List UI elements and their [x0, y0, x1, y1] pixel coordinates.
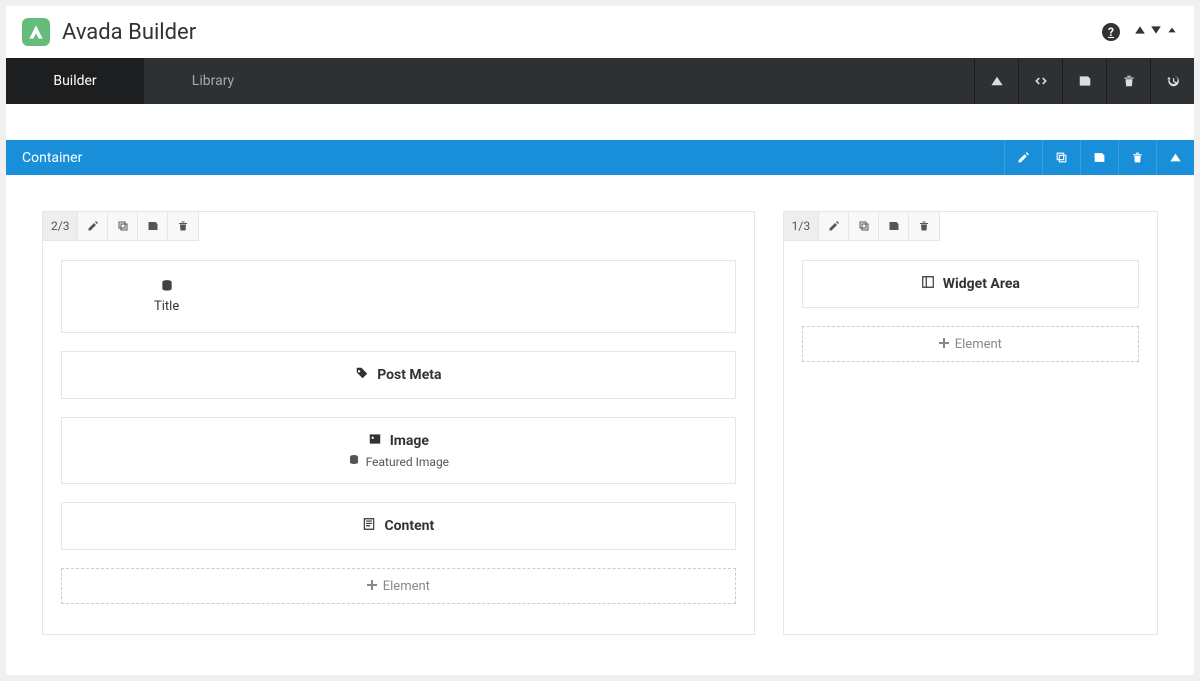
column-left[interactable]: 2/3 Title: [42, 211, 755, 635]
column-right-size-label[interactable]: 1/3: [784, 212, 819, 240]
main-toolbar: Builder Library: [6, 58, 1194, 104]
tab-library[interactable]: Library: [144, 58, 282, 104]
plus-icon: [939, 337, 949, 352]
delete-button[interactable]: [1106, 58, 1150, 104]
column-right[interactable]: 1/3 Widget Area Elem: [783, 211, 1158, 635]
element-post-meta[interactable]: Post Meta: [61, 351, 736, 399]
content-icon: [362, 517, 376, 535]
caret-up-small-icon[interactable]: [1166, 24, 1178, 40]
column-left-delete-button[interactable]: [168, 212, 198, 240]
column-right-save-button[interactable]: [879, 212, 909, 240]
database-icon: [160, 279, 174, 297]
add-element-button-right[interactable]: Element: [802, 326, 1139, 362]
element-title[interactable]: Title: [61, 260, 736, 333]
element-widget-area-label: Widget Area: [943, 276, 1020, 292]
caret-up-icon[interactable]: [1134, 24, 1146, 40]
container-clone-button[interactable]: [1042, 140, 1080, 175]
save-button[interactable]: [1062, 58, 1106, 104]
container-title: Container: [6, 150, 98, 166]
product-title: Avada Builder: [62, 20, 196, 45]
column-left-toolbar: 2/3: [42, 211, 199, 241]
add-element-button-left[interactable]: Element: [61, 568, 736, 604]
container-layout: 2/3 Title: [6, 175, 1194, 675]
help-icon[interactable]: ?: [1102, 23, 1120, 41]
add-element-label-left: Element: [383, 579, 430, 594]
column-left-edit-button[interactable]: [78, 212, 108, 240]
column-left-clone-button[interactable]: [108, 212, 138, 240]
collapse-up-button[interactable]: [974, 58, 1018, 104]
layout-icon: [921, 275, 935, 293]
add-element-label-right: Element: [955, 337, 1002, 352]
avada-logo: [22, 18, 50, 46]
element-widget-area[interactable]: Widget Area: [802, 260, 1139, 308]
plus-icon: [367, 579, 377, 594]
image-icon: [368, 432, 382, 450]
container-delete-button[interactable]: [1118, 140, 1156, 175]
element-post-meta-label: Post Meta: [377, 367, 441, 383]
element-content[interactable]: Content: [61, 502, 736, 550]
element-title-label: Title: [154, 299, 179, 314]
column-left-save-button[interactable]: [138, 212, 168, 240]
container-bar: Container: [6, 140, 1194, 175]
tag-icon: [355, 366, 369, 384]
column-right-toolbar: 1/3: [783, 211, 940, 241]
element-content-label: Content: [384, 518, 434, 534]
column-left-size-label[interactable]: 2/3: [43, 212, 78, 240]
container-collapse-button[interactable]: [1156, 140, 1194, 175]
element-image[interactable]: Image Featured Image: [61, 417, 736, 484]
code-button[interactable]: [1018, 58, 1062, 104]
history-button[interactable]: [1150, 58, 1194, 104]
column-right-delete-button[interactable]: [909, 212, 939, 240]
column-right-edit-button[interactable]: [819, 212, 849, 240]
element-image-label: Image: [390, 433, 429, 449]
caret-down-icon[interactable]: [1150, 24, 1162, 40]
tab-builder[interactable]: Builder: [6, 58, 144, 104]
container-edit-button[interactable]: [1004, 140, 1042, 175]
database-icon: [348, 454, 360, 469]
element-featured-image-label: Featured Image: [366, 455, 449, 469]
builder-header: Avada Builder ?: [6, 6, 1194, 58]
container-save-button[interactable]: [1080, 140, 1118, 175]
column-right-clone-button[interactable]: [849, 212, 879, 240]
